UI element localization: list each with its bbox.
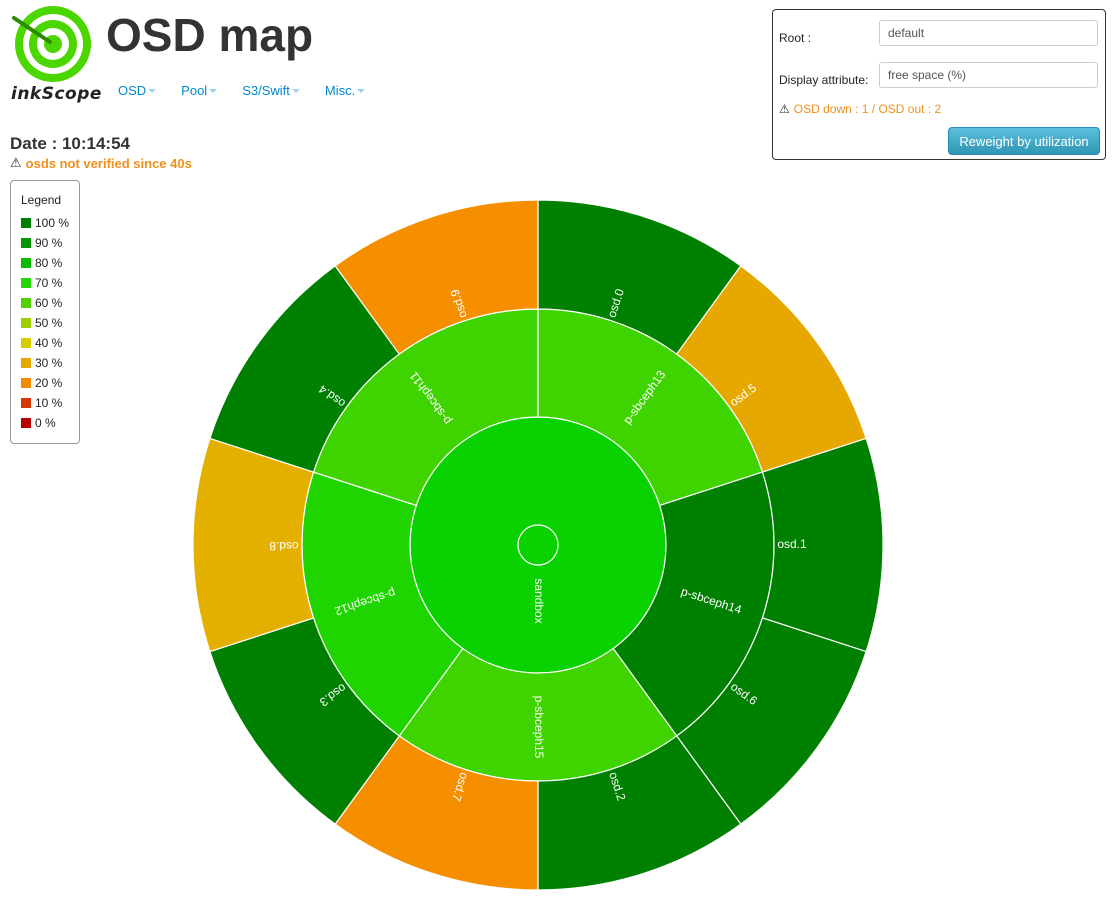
legend-item: 90 % — [21, 233, 79, 253]
legend-item-label: 50 % — [35, 316, 63, 330]
legend-swatch — [21, 378, 31, 388]
root-label: Root : — [779, 31, 812, 45]
legend-item: 40 % — [21, 333, 79, 353]
legend-swatch — [21, 418, 31, 428]
reweight-by-utilization-button[interactable]: Reweight by utilization — [948, 127, 1100, 155]
legend-swatch — [21, 218, 31, 228]
legend-item-label: 60 % — [35, 296, 63, 310]
page-title: OSD map — [106, 9, 314, 61]
legend-item-label: 30 % — [35, 356, 63, 370]
legend-swatch — [21, 258, 31, 268]
legend-swatch — [21, 298, 31, 308]
legend-swatch — [21, 398, 31, 408]
osd-verify-warning-text: osds not verified since 40s — [25, 155, 192, 171]
legend-item-label: 40 % — [35, 336, 63, 350]
nav-s3-swift-label: S3/Swift — [242, 83, 290, 98]
legend-item-label: 80 % — [35, 256, 63, 270]
nav-s3-swift-menu[interactable]: S3/Swift — [242, 83, 300, 98]
nav-osd-menu[interactable]: OSD — [118, 83, 157, 98]
legend-item: 50 % — [21, 313, 79, 333]
legend-swatch — [21, 318, 31, 328]
chevron-down-icon — [291, 89, 300, 93]
chevron-down-icon — [357, 89, 366, 93]
chevron-down-icon — [209, 89, 218, 93]
arc-label: osd.1 — [777, 537, 807, 551]
legend-item-label: 70 % — [35, 276, 63, 290]
osd-sunburst: sandboxp-sbceph13osd.0osd.5p-sbceph14osd… — [192, 199, 884, 891]
legend-item: 60 % — [21, 293, 79, 313]
legend-swatch — [21, 338, 31, 348]
warning-icon: ⚠ — [10, 155, 22, 170]
main-nav: OSD Pool S3/Swift Misc. — [118, 83, 390, 98]
osd-status: ⚠ OSD down : 1 / OSD out : 2 — [779, 102, 941, 116]
osd-status-text: OSD down : 1 / OSD out : 2 — [793, 102, 942, 116]
nav-misc-label: Misc. — [324, 83, 356, 98]
legend-item: 20 % — [21, 373, 79, 393]
display-attribute-input[interactable] — [879, 62, 1098, 88]
legend-swatch — [21, 238, 31, 248]
osd-verify-warning: ⚠ osds not verified since 40s — [10, 155, 192, 171]
arc-label: osd.8 — [269, 539, 299, 553]
chevron-down-icon — [148, 89, 157, 93]
nav-misc-menu[interactable]: Misc. — [324, 83, 366, 98]
display-attribute-label: Display attribute: — [779, 73, 869, 87]
control-panel: Root : Display attribute: ⚠ OSD down : 1… — [772, 9, 1106, 160]
logo-text: inkScope — [11, 84, 102, 104]
legend-swatch — [21, 278, 31, 288]
legend-item: 80 % — [21, 253, 79, 273]
warning-icon: ⚠ — [779, 102, 790, 116]
legend-item-label: 90 % — [35, 236, 63, 250]
legend-item: 100 % — [21, 213, 79, 233]
legend-title: Legend — [21, 193, 62, 207]
legend-item-label: 20 % — [35, 376, 63, 390]
legend-item: 30 % — [21, 353, 79, 373]
legend-item: 10 % — [21, 393, 79, 413]
legend-item-label: 100 % — [35, 216, 70, 230]
legend: Legend 100 % 90 % 80 % 70 % 60 % 50 % 40 % 30 %… — [10, 180, 80, 444]
nav-pool-menu[interactable]: Pool — [181, 83, 218, 98]
arc-label: p-sbceph15 — [532, 696, 546, 759]
legend-swatch — [21, 358, 31, 368]
arc-label: sandbox — [532, 578, 546, 623]
legend-item: 0 % — [21, 413, 79, 433]
legend-item-label: 0 % — [35, 416, 56, 430]
legend-item: 70 % — [21, 273, 79, 293]
sunburst-center[interactable] — [517, 524, 559, 566]
legend-item-label: 10 % — [35, 396, 63, 410]
nav-pool-label: Pool — [181, 83, 208, 98]
date-label: Date : 10:14:54 — [10, 134, 131, 153]
root-input[interactable] — [879, 20, 1098, 46]
nav-osd-label: OSD — [118, 83, 147, 98]
